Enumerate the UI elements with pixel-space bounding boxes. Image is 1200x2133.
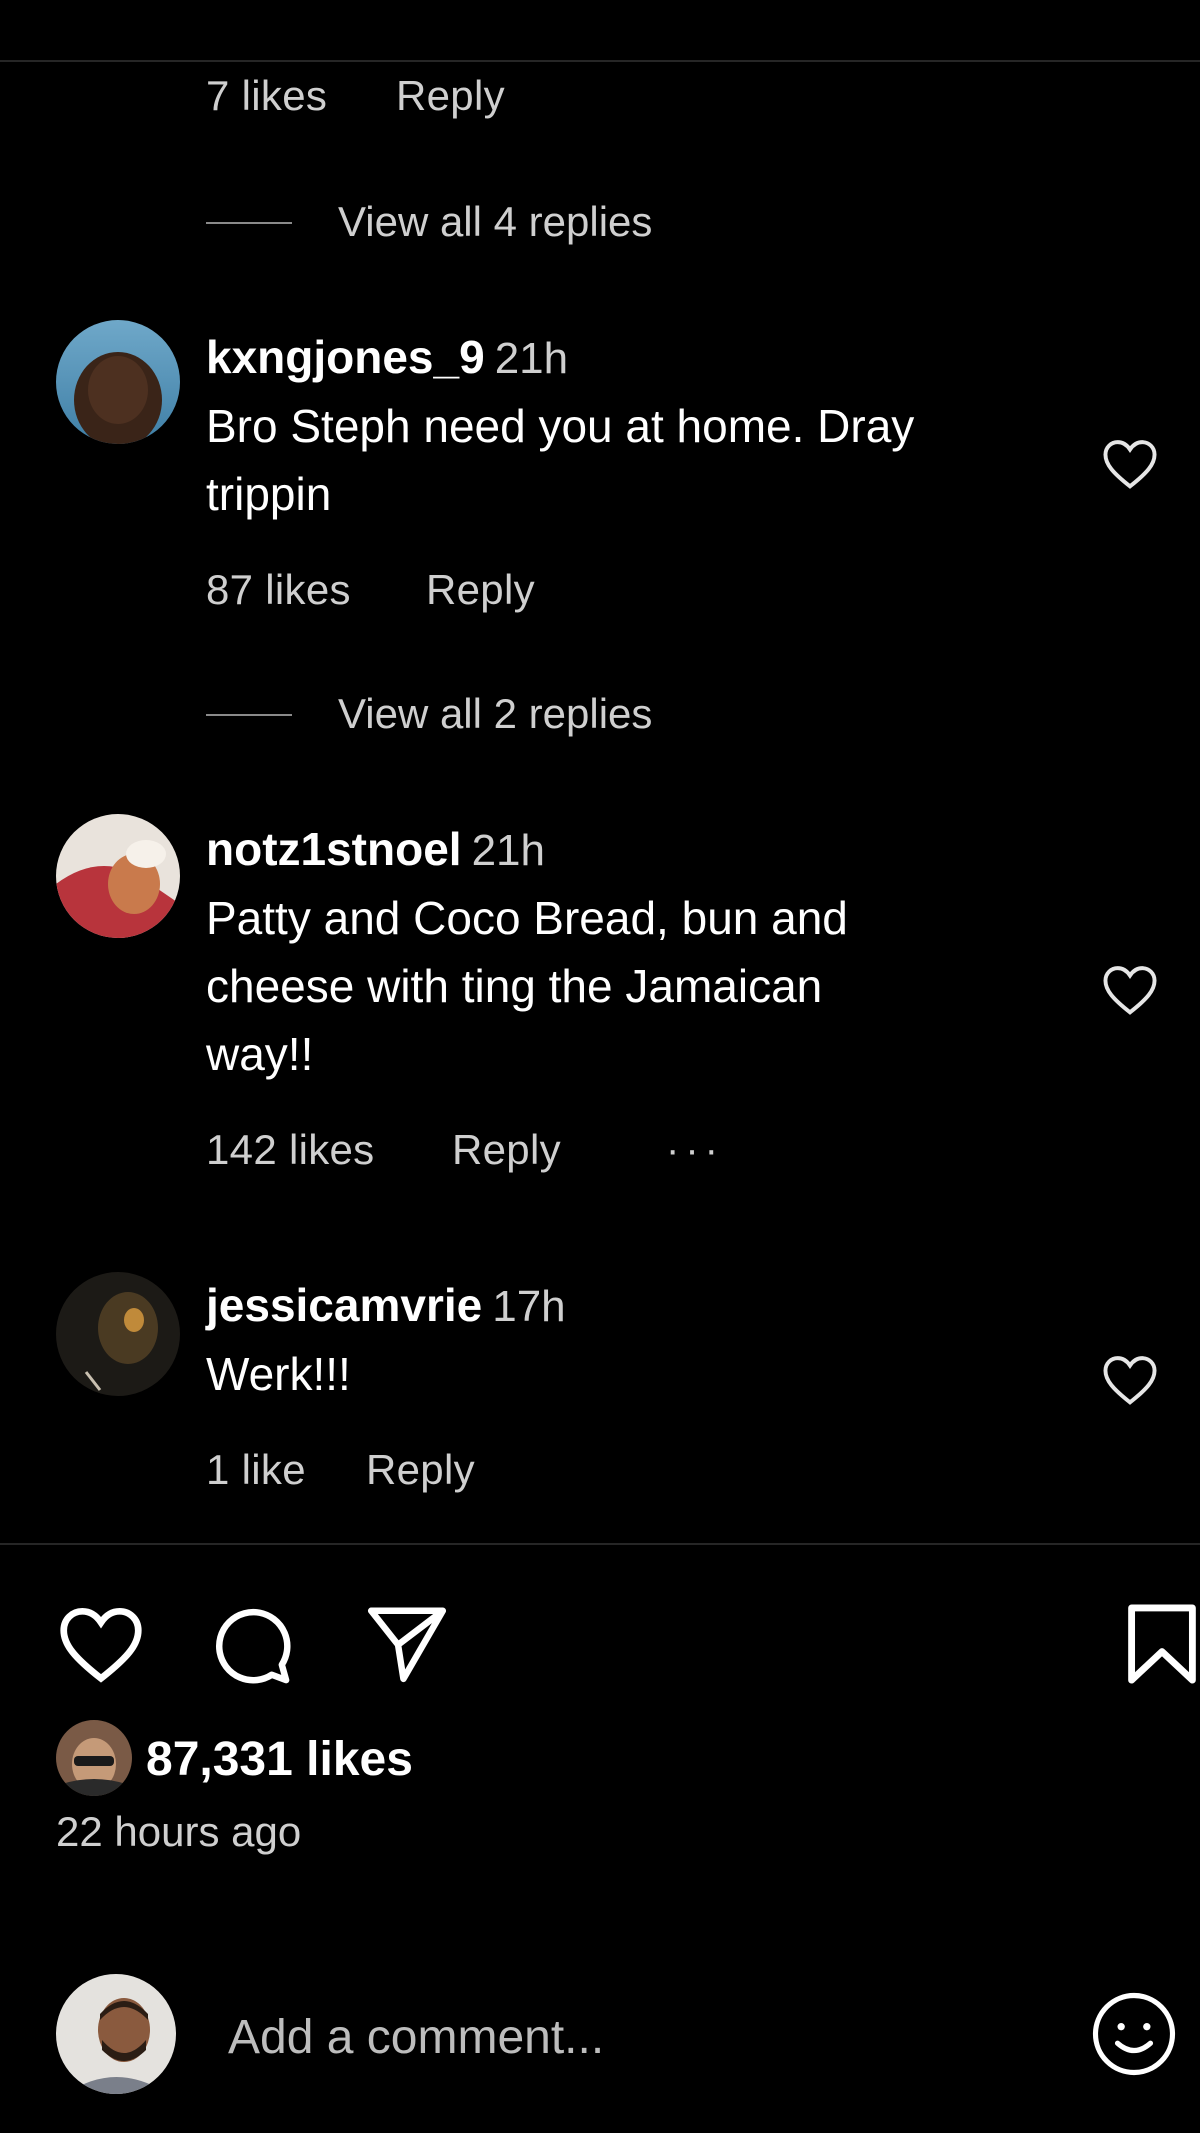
username[interactable]: notz1stnoel [206,823,462,875]
share-button[interactable] [364,1600,450,1691]
like-post-button[interactable] [56,1602,146,1689]
smiley-icon [1092,1992,1176,2076]
liker-avatar [56,1720,132,1796]
avatar[interactable] [56,320,180,444]
reply-button[interactable]: Reply [452,1126,561,1174]
comment-header: notz1stnoel 21h [206,822,545,876]
heart-icon [60,1607,142,1683]
like-comment-button[interactable] [1100,1352,1160,1411]
reply-likes[interactable]: 7 likes [206,72,327,120]
comment-icon [216,1608,291,1684]
comment-text: Patty and Coco Bread, bun and cheese wit… [206,884,1066,1088]
heart-icon [1103,1356,1157,1405]
comment-post-button[interactable] [208,1602,294,1693]
bookmark-icon [1128,1604,1196,1684]
view-replies-line [206,714,292,716]
like-comment-button[interactable] [1100,962,1160,1021]
comment-line: trippin [206,468,332,520]
add-comment-input[interactable]: Add a comment... [228,2010,604,2065]
comment-text: Werk!!! [206,1340,1066,1408]
avatar[interactable] [56,1272,180,1396]
save-button[interactable] [1124,1602,1200,1691]
comment-likes[interactable]: 1 like [206,1446,306,1494]
emoji-button[interactable] [1090,1990,1178,2083]
reply-button[interactable]: Reply [426,566,535,614]
username[interactable]: kxngjones_9 [206,331,485,383]
reply-button[interactable]: Reply [396,72,505,120]
heart-icon [1103,440,1157,489]
comment-time: 17h [492,1282,566,1331]
comment-likes[interactable]: 87 likes [206,566,351,614]
comment-header: kxngjones_9 21h [206,330,568,384]
post-time-ago: 22 hours ago [56,1808,302,1855]
more-options-icon[interactable]: ··· [666,1128,724,1173]
comment-likes[interactable]: 142 likes [206,1126,374,1174]
post-likes-count[interactable]: 87,331 likes [146,1732,413,1787]
share-icon [367,1607,447,1683]
username[interactable]: jessicamvrie [206,1279,482,1331]
heart-icon [1103,966,1157,1015]
action-bar-divider [0,1543,1200,1545]
view-replies-line [206,222,292,224]
view-replies-link[interactable]: View all 4 replies [338,198,652,246]
like-comment-button[interactable] [1100,436,1160,495]
comment-text: Bro Steph need you at home. Dray trippin [206,392,1066,528]
comment-time: 21h [471,826,545,875]
avatar[interactable] [56,814,180,938]
comment-header: jessicamvrie 17h [206,1278,566,1332]
comment-line: way!! [206,1028,314,1080]
top-divider [0,60,1200,62]
reply-button[interactable]: Reply [366,1446,475,1494]
comment-line: Bro Steph need you at home. Dray [206,400,915,452]
comment-time: 21h [494,334,569,383]
comment-line: cheese with ting the Jamaican [206,960,823,1012]
comment-line: Patty and Coco Bread, bun and [206,892,848,944]
comment-line: Werk!!! [206,1348,351,1400]
user-avatar [56,1974,176,2094]
view-replies-link[interactable]: View all 2 replies [338,690,652,738]
